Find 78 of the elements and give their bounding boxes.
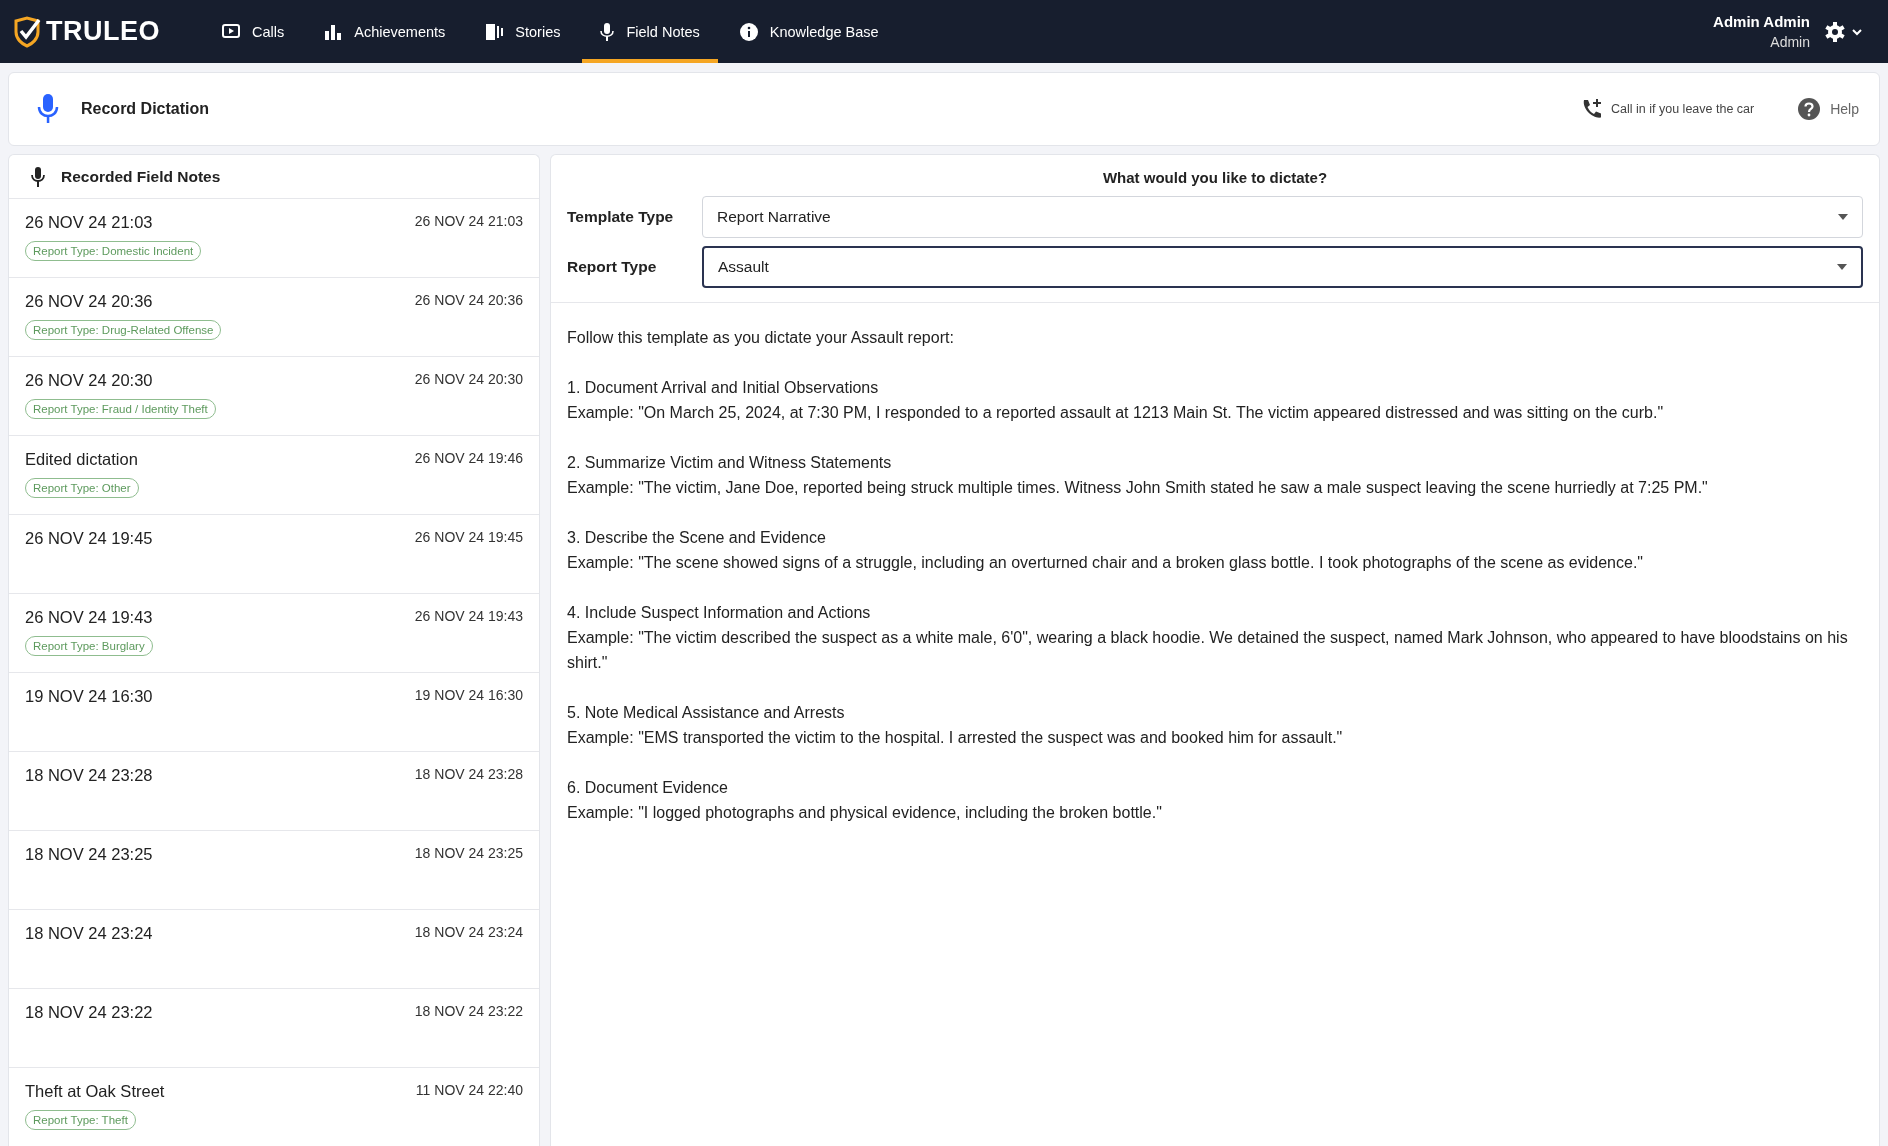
brand-name: TRULEO <box>46 16 160 47</box>
help-icon <box>1798 98 1821 120</box>
call-in-link[interactable]: Call in if you leave the car <box>1581 98 1755 120</box>
step-title: 6. Document Evidence <box>567 778 729 798</box>
dropdown-caret-icon <box>1837 264 1847 270</box>
field-note-item[interactable]: 26 NOV 24 20:36 26 NOV 24 20:36 Report Type: Drug-Related Offense <box>9 278 539 357</box>
field-label: Report Type <box>567 258 658 276</box>
note-date: 19 NOV 24 16:30 <box>414 687 523 705</box>
record-dictation-button[interactable]: Record Dictation <box>37 94 209 124</box>
note-date: 26 NOV 24 21:03 <box>414 213 523 231</box>
note-title: 26 NOV 24 19:43 <box>25 608 153 627</box>
field-note-item[interactable]: 18 NOV 24 23:25 18 NOV 24 23:25 <box>9 831 539 910</box>
dropdown-field[interactable]: Assault <box>702 246 1863 288</box>
nav-tab[interactable]: Stories <box>467 0 579 63</box>
nav-tab[interactable]: Field Notes <box>582 0 718 63</box>
note-date: 26 NOV 24 19:43 <box>414 608 523 626</box>
nav-tab[interactable]: Achievements <box>306 0 464 63</box>
field-note-item[interactable]: 26 NOV 24 19:45 26 NOV 24 19:45 <box>9 515 539 594</box>
note-title: 18 NOV 24 23:28 <box>25 766 153 785</box>
shield-check-icon <box>12 15 42 48</box>
note-title: 18 NOV 24 23:25 <box>25 845 153 864</box>
field-note-item[interactable]: 18 NOV 24 23:22 18 NOV 24 23:22 <box>9 989 539 1068</box>
note-date: 26 NOV 24 20:30 <box>414 371 523 389</box>
field-note-item[interactable]: Edited dictation 26 NOV 24 19:46 Report Type: Other <box>9 436 539 515</box>
field-note-item[interactable]: 19 NOV 24 16:30 19 NOV 24 16:30 <box>9 673 539 752</box>
microphone-icon <box>31 166 45 187</box>
nav-tab[interactable]: Knowledge Base <box>721 0 897 63</box>
note-date: 11 NOV 24 22:40 <box>415 1082 523 1100</box>
field-note-item[interactable]: 26 NOV 24 20:30 26 NOV 24 20:30 Report Type: Fraud / Identity Theft <box>9 357 539 436</box>
field-note-item[interactable]: 26 NOV 24 21:03 26 NOV 24 21:03 Report Type: Domestic Incident <box>9 199 539 278</box>
note-title: 26 NOV 24 20:36 <box>25 292 153 311</box>
dropdown-caret-icon <box>1838 214 1848 220</box>
note-title: 18 NOV 24 23:22 <box>25 1003 153 1022</box>
note-title: 26 NOV 24 20:30 <box>25 371 153 390</box>
step-example: Example: "EMS transported the victim to the hospital. I arrested the suspect was and booked him for assault." <box>567 728 1344 748</box>
field-label: Template Type <box>567 208 675 226</box>
note-date: 26 NOV 24 19:45 <box>414 529 523 547</box>
step-example: Example: "The victim, Jane Doe, reported being struck multiple times. Witness John Smith stated he saw a male suspect leaving the scene hurriedly at 7:25 PM." <box>567 478 1709 498</box>
note-date: 18 NOV 24 23:25 <box>414 845 523 863</box>
dropdown-field[interactable]: Report Narrative <box>702 196 1863 238</box>
field-note-item[interactable]: 18 NOV 24 23:28 18 NOV 24 23:28 <box>9 752 539 831</box>
user-role: Admin <box>1770 34 1810 50</box>
step-title: 5. Note Medical Assistance and Arrests <box>567 703 846 723</box>
step-title: 4. Include Suspect Information and Actions <box>567 603 872 623</box>
field-note-item[interactable]: Theft at Oak Street 11 NOV 24 22:40 Report Type: Theft <box>9 1068 539 1146</box>
step-title: 2. Summarize Victim and Witness Statements <box>567 453 893 473</box>
info-icon <box>739 22 758 41</box>
stories-icon <box>485 22 504 41</box>
step-example: Example: "The victim described the suspect as a white male, 6'0", wearing a black hoodie. We detained the suspect, named Mark Johnson, who appeared to have bloodstains on his shirt." <box>567 628 1849 673</box>
step-example: Example: "The scene showed signs of a struggle, including an overturned chair and a broken glass bottle. I took photographs of the scene as evidence." <box>567 553 1644 573</box>
phone-plus-icon <box>1581 98 1604 120</box>
step-example: Example: "I logged photographs and physical evidence, including the broken bottle." <box>567 803 1163 823</box>
field-note-item[interactable]: 26 NOV 24 19:43 26 NOV 24 19:43 Report Type: Burglary <box>9 594 539 673</box>
step-title: 1. Document Arrival and Initial Observations <box>567 378 880 398</box>
microphone-icon <box>37 94 59 124</box>
nav-tab[interactable]: Calls <box>204 0 303 63</box>
panel-title: Recorded Field Notes <box>61 167 221 186</box>
note-date: 18 NOV 24 23:24 <box>414 924 523 942</box>
note-date: 26 NOV 24 19:46 <box>414 450 523 468</box>
help-link[interactable]: Help <box>1798 98 1859 120</box>
note-title: 26 NOV 24 19:45 <box>25 529 153 548</box>
note-title: Theft at Oak Street <box>25 1082 165 1101</box>
note-title: Edited dictation <box>25 450 138 469</box>
note-date: 18 NOV 24 23:28 <box>414 766 523 784</box>
note-title: 19 NOV 24 16:30 <box>25 687 153 706</box>
note-title: 26 NOV 24 21:03 <box>25 213 153 232</box>
user-name: Admin Admin <box>1713 13 1810 30</box>
form-heading: What would you like to dictate? <box>1101 169 1329 186</box>
step-example: Example: "On March 25, 2024, at 7:30 PM, I responded to a reported assault at 1213 Main St. The victim appeared distressed and was sitting on the curb." <box>567 403 1665 423</box>
microphone-icon <box>600 22 615 41</box>
play-icon <box>222 23 240 40</box>
template-intro: Follow this template as you dictate your Assault report: <box>567 328 955 348</box>
step-title: 3. Describe the Scene and Evidence <box>567 528 827 548</box>
field-note-item[interactable]: 18 NOV 24 23:24 18 NOV 24 23:24 <box>9 910 539 989</box>
note-title: 18 NOV 24 23:24 <box>25 924 153 943</box>
note-date: 18 NOV 24 23:22 <box>414 1003 523 1021</box>
bar-chart-icon <box>324 23 343 40</box>
note-date: 26 NOV 24 20:36 <box>414 292 523 310</box>
